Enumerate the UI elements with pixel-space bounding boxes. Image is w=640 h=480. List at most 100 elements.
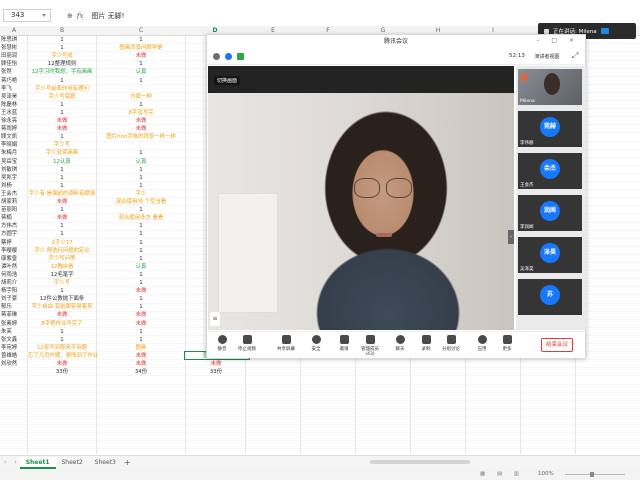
toolbar-chat-button[interactable]: 聊天 bbox=[388, 335, 412, 352]
cell-a[interactable]: 蒋雨婷 bbox=[0, 125, 28, 133]
cell-b[interactable]: 12认真 bbox=[28, 158, 96, 166]
cell-b[interactable]: 1 bbox=[28, 182, 96, 190]
cell-b[interactable]: 未做 bbox=[28, 117, 96, 125]
cell-a[interactable]: 刘杨 bbox=[0, 182, 28, 190]
cell-b[interactable]: 12字习时我想，字有画画 bbox=[28, 68, 96, 76]
column-header-b[interactable]: B bbox=[60, 27, 64, 34]
cell-b[interactable]: 字少写 bbox=[28, 279, 96, 287]
cell-b[interactable]: 字少有 是面前的资料有题填 bbox=[28, 190, 96, 198]
column-header-i[interactable]: I bbox=[492, 27, 494, 34]
window-controls[interactable]: – □ × bbox=[536, 37, 579, 44]
cell-c[interactable]: 未做 bbox=[97, 287, 185, 295]
cell-b[interactable]: 1 bbox=[28, 101, 96, 109]
cell-b[interactable]: 1 bbox=[28, 206, 96, 214]
cell-b[interactable]: 1 bbox=[28, 77, 96, 85]
cell-b[interactable]: 字少写错题 bbox=[28, 93, 96, 101]
column-header-d[interactable]: D bbox=[213, 27, 218, 34]
view-mode-button[interactable]: 演讲者视图 bbox=[527, 52, 567, 62]
cell-c[interactable]: 认真 bbox=[97, 68, 185, 76]
formula-input[interactable]: 图片 无脚! bbox=[91, 11, 124, 21]
toolbar-mute-button[interactable]: 静音 bbox=[210, 335, 234, 352]
cell-b[interactable]: 未做 bbox=[28, 360, 96, 368]
cell-a[interactable]: 蒋巧艳 bbox=[0, 77, 28, 85]
cell-a[interactable]: 刘子豪 bbox=[0, 295, 28, 303]
cell-b[interactable]: 1 bbox=[28, 109, 96, 117]
cell-a[interactable]: 谭叶然 bbox=[0, 263, 28, 271]
cell-b[interactable]: 1 bbox=[28, 222, 96, 230]
cell-a[interactable]: 陈思琪 bbox=[0, 36, 28, 44]
cell-c[interactable]: 未做 bbox=[97, 117, 185, 125]
cell-a[interactable]: 刘敏琪 bbox=[0, 166, 28, 174]
column-header-f[interactable]: F bbox=[326, 27, 329, 34]
participant-tile[interactable]: 润闻 李润闻 bbox=[518, 195, 582, 231]
cell-b[interactable]: 未做 bbox=[28, 311, 96, 319]
cell-a[interactable]: 康紫皇 bbox=[0, 255, 28, 263]
cell-a[interactable]: 顾文凯 bbox=[0, 133, 28, 141]
cell-a[interactable]: 胡家莉 bbox=[0, 198, 28, 206]
cell-b[interactable]: 8字把作业写完了 bbox=[28, 320, 96, 328]
cell-b[interactable]: 未做 bbox=[28, 214, 96, 222]
cell-a[interactable]: 张然 bbox=[0, 68, 28, 76]
toolbar-apps-button[interactable]: 应用 bbox=[470, 335, 494, 352]
cell-b[interactable]: 字少就读画画 bbox=[28, 149, 96, 157]
cell-a[interactable]: 朱芙 bbox=[0, 328, 28, 336]
cell-c[interactable]: 图画背景问题学是 bbox=[97, 44, 185, 52]
cell-a[interactable]: 杨宇阳 bbox=[0, 287, 28, 295]
zoom-icon[interactable]: ⊕ bbox=[67, 12, 73, 20]
horizontal-scrollbar[interactable] bbox=[130, 460, 530, 464]
cell-c[interactable]: 图片hon字体的背景一样一样 bbox=[97, 133, 185, 141]
cell-b[interactable]: 未做 bbox=[28, 125, 96, 133]
toolbar-security-button[interactable]: 安全 bbox=[304, 335, 328, 352]
cell-a[interactable]: 郁乐 bbox=[0, 303, 28, 311]
cell-c[interactable]: 1 bbox=[97, 77, 185, 85]
cell-a[interactable]: 刘欣然 bbox=[0, 360, 28, 368]
zoom-slider[interactable] bbox=[565, 474, 625, 475]
name-box[interactable]: 343 bbox=[3, 9, 51, 22]
cell-a[interactable]: 蔡婷 bbox=[0, 239, 28, 247]
cell-c[interactable]: 1 bbox=[97, 174, 185, 182]
tab-sheet3[interactable]: Sheet3 bbox=[89, 457, 122, 469]
cell-a[interactable]: 李晓娟 bbox=[0, 141, 28, 149]
cell-b[interactable]: 1 bbox=[28, 133, 96, 141]
cell-a[interactable]: 张素婷 bbox=[0, 320, 28, 328]
cell-a[interactable]: 李缨缨 bbox=[0, 247, 28, 255]
sidebar-toggle-icon[interactable]: ≡ bbox=[210, 312, 220, 326]
column-header-c[interactable]: C bbox=[139, 27, 143, 34]
cell-c[interactable]: 1 bbox=[97, 295, 185, 303]
cell-c[interactable]: 1 bbox=[97, 166, 185, 174]
end-meeting-button[interactable]: 结束会议 bbox=[541, 338, 573, 352]
cell-b[interactable]: 12件公教抛下面条 bbox=[28, 295, 96, 303]
cell-a[interactable]: 徐永亮 bbox=[0, 117, 28, 125]
cell-a[interactable]: 方伟杰 bbox=[0, 222, 28, 230]
cell-c[interactable]: 1 bbox=[97, 101, 185, 109]
cell-c[interactable]: 1 bbox=[97, 328, 185, 336]
cell-c[interactable]: 未做 bbox=[97, 311, 185, 319]
cell-a[interactable]: 蒋楠 bbox=[0, 214, 28, 222]
collapse-gallery-icon[interactable]: › bbox=[508, 230, 514, 244]
cell-c[interactable]: 1 bbox=[97, 222, 185, 230]
cell-c[interactable]: 认真 bbox=[97, 263, 185, 271]
cell-c[interactable]: 1 bbox=[97, 271, 185, 279]
cell-c[interactable]: 1 bbox=[97, 182, 185, 190]
cell-b[interactable]: 12毛笔字 bbox=[28, 271, 96, 279]
cell-b[interactable]: 1 bbox=[28, 287, 96, 295]
toolbar-share-button[interactable]: 共享屏幕 bbox=[274, 335, 298, 352]
tab-sheet1[interactable]: Sheet1 bbox=[19, 456, 56, 469]
cell-b[interactable]: 字少 预选行问题的定论 bbox=[28, 247, 96, 255]
cell-c[interactable]: 1 bbox=[97, 255, 185, 263]
cell-c[interactable]: 1 bbox=[97, 336, 185, 344]
participant-tile[interactable]: 会杰 王会杰 bbox=[518, 153, 582, 189]
cell-c[interactable]: 34份 bbox=[97, 368, 185, 376]
cell-c[interactable]: 未做 bbox=[97, 125, 185, 133]
cell-b[interactable]: 1 bbox=[28, 174, 96, 182]
cell-b[interactable]: 忘了几页作题，更改到了作业 bbox=[28, 352, 98, 360]
cell-c[interactable]: 方面一种 bbox=[97, 93, 185, 101]
cell-a[interactable]: 吴凯宇 bbox=[0, 174, 28, 182]
toolbar-invite-button[interactable]: 邀请 bbox=[332, 335, 356, 352]
cell-c[interactable]: 混合使用地 个空当看 bbox=[97, 198, 185, 206]
cell-a[interactable]: 方圆宇 bbox=[0, 230, 28, 238]
cell-b[interactable]: 1 bbox=[28, 36, 96, 44]
cell-b[interactable]: 字少写前面作用有理问 bbox=[28, 85, 96, 93]
cell-b[interactable]: 字少写成 bbox=[28, 52, 96, 60]
tab-sheet2[interactable]: Sheet2 bbox=[56, 457, 89, 469]
